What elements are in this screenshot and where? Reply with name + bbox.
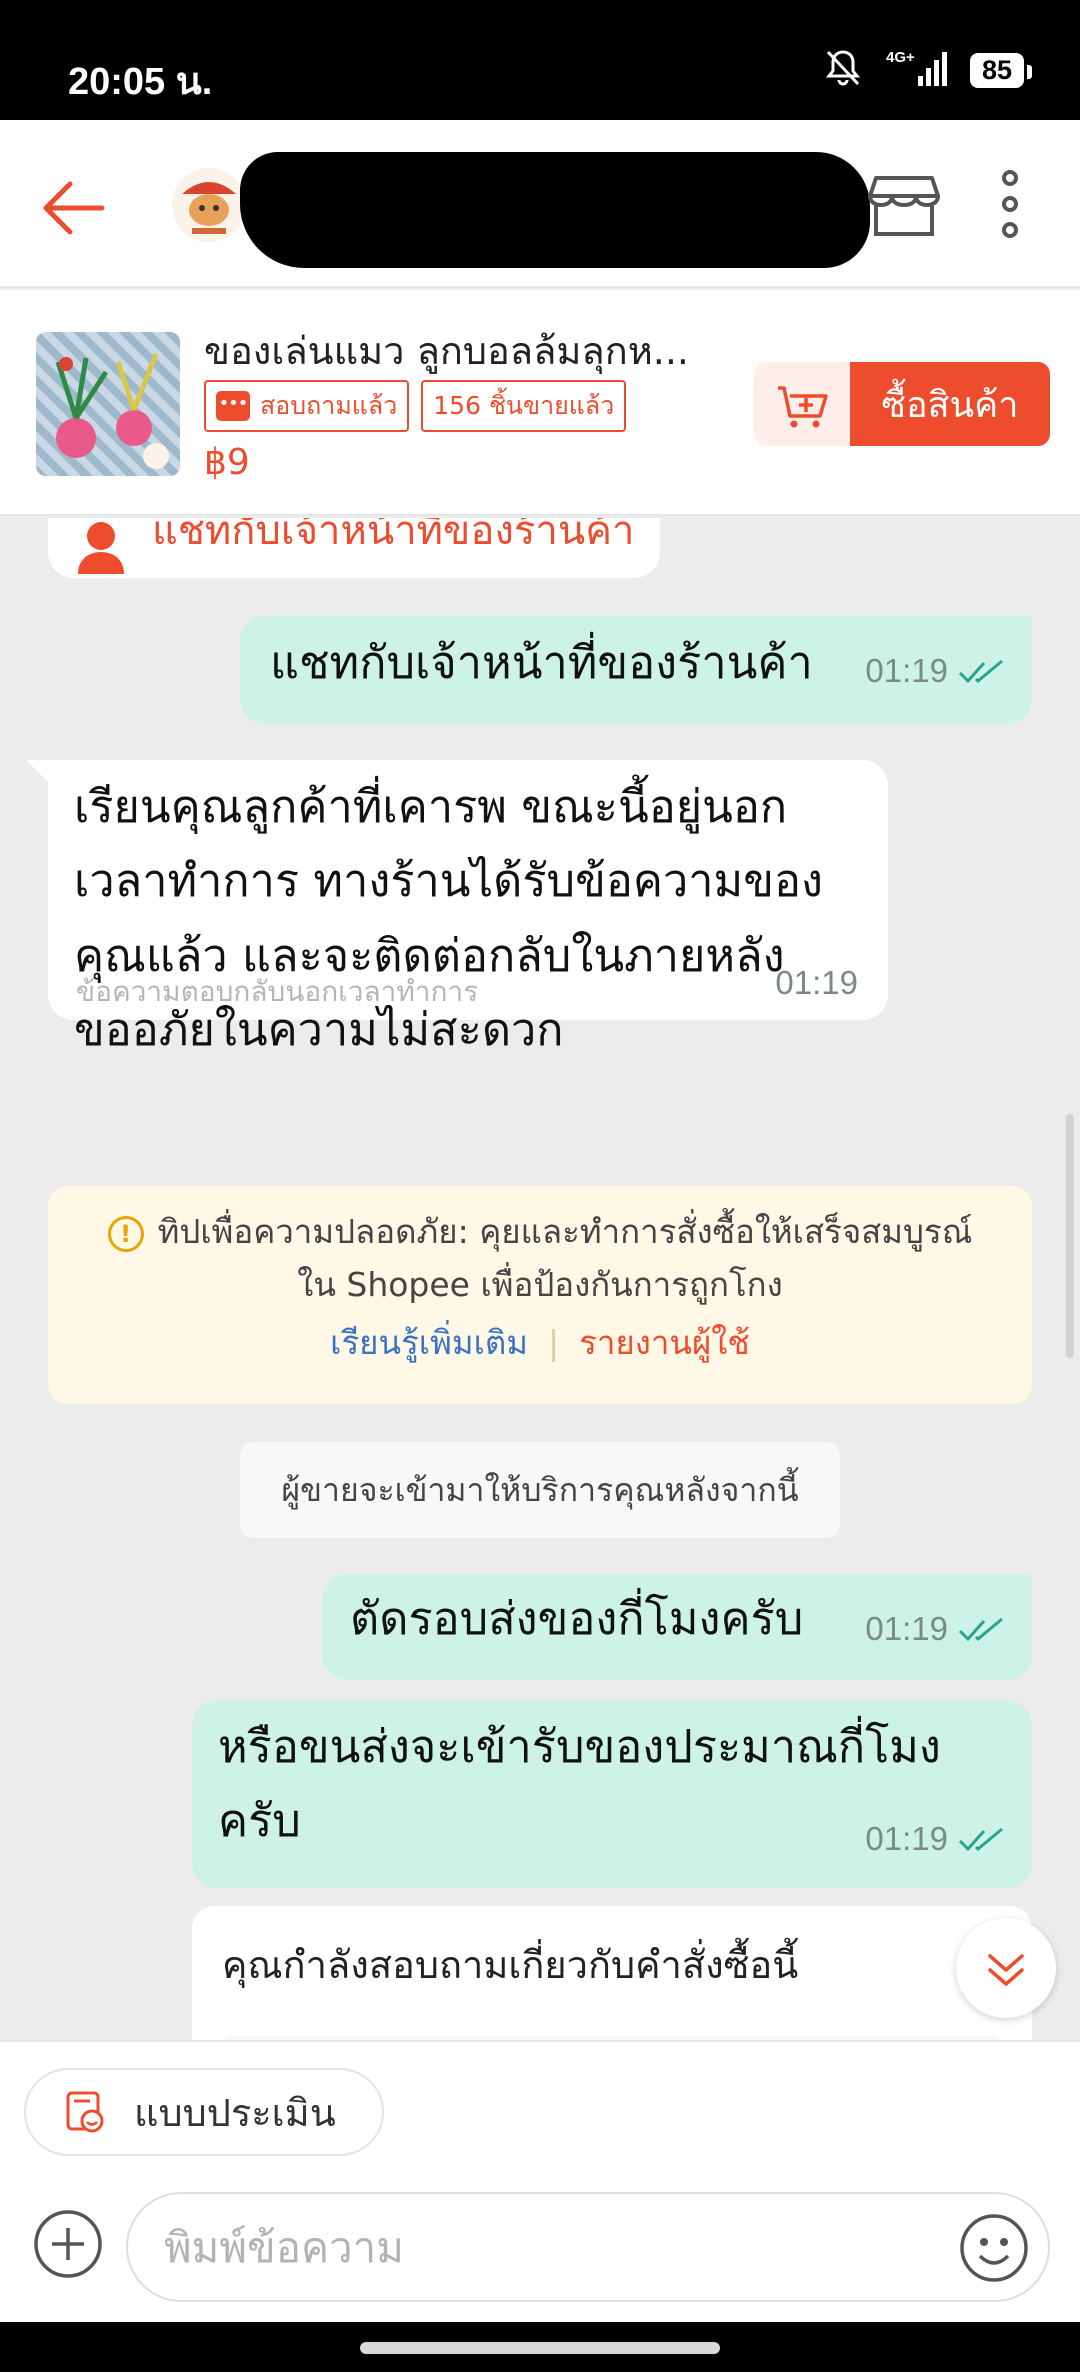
rating-label: แบบประเมิน (134, 2090, 336, 2135)
warning-icon: ! (107, 1215, 144, 1252)
store-button[interactable] (864, 164, 944, 244)
tag-sold-label: 156 ชิ้นขายแล้ว (433, 391, 615, 420)
back-arrow-icon (43, 181, 105, 235)
double-check-icon (958, 1615, 1008, 1643)
system-note: ผู้ขายจะเข้ามาให้บริการคุณหลังจากนี้ (240, 1442, 840, 1538)
tag-sold: 156 ชิ้นขายแล้ว (421, 380, 627, 432)
product-title: ของเล่นแมว ลูกบอลล้มลุกห... (204, 329, 690, 373)
previous-message-label: แชทกับเจ้าหน้าที่ของร้านค้า (152, 518, 635, 554)
chat-message-incoming[interactable]: เรียนคุณลูกค้าที่เคารพ ขณะนี้อยู่นอก เวล… (48, 760, 888, 1056)
composer-bar: แบบประเมิน (0, 2040, 1080, 2322)
rating-button[interactable]: แบบประเมิน (24, 2068, 384, 2156)
chat-scrollbar[interactable] (1066, 1114, 1074, 1358)
more-vertical-icon (1002, 170, 1018, 238)
double-check-icon (958, 1825, 1008, 1853)
status-time: 20:05 น. (68, 61, 213, 103)
chat-message-outgoing[interactable]: ตัดรอบส่งของกี่โมงครับ 01:19 (322, 1574, 1032, 1680)
product-bar[interactable]: ของเล่นแมว ลูกบอลล้มลุกห... สอบถามแล้ว 1… (0, 290, 1080, 516)
cart-add-icon (778, 386, 828, 428)
message-text: หรือขนส่งจะเข้ารับของประมาณกี่โมง ครับ (218, 1710, 941, 1859)
message-line: เวลาทำการ ทางร้านได้รับข้อความของ (74, 854, 823, 908)
agent-icon (78, 522, 124, 574)
message-line: หรือขนส่งจะเข้ารับของประมาณกี่โมง (218, 1720, 941, 1773)
message-text: เรียนคุณลูกค้าที่เคารพ ขณะนี้อยู่นอก เวล… (74, 770, 823, 1067)
product-price: ฿9 (204, 442, 250, 483)
safety-tip-text1: ทิปเพื่อความปลอดภัย: คุยและทำการสั่งซื้อ… (157, 1212, 973, 1251)
store-icon (868, 176, 940, 236)
svg-text:4G+: 4G+ (886, 49, 915, 66)
safety-tip-banner: ! ทิปเพื่อความปลอดภัย: คุยและทำการสั่งซื้… (48, 1186, 1032, 1404)
rating-icon (66, 2091, 104, 2133)
scroll-to-bottom-button[interactable] (956, 1918, 1056, 2018)
message-time: 01:19 (865, 1610, 948, 1647)
safety-tip-links: เรียนรู้เพิ่มเติม | รายงานผู้ใช้ (48, 1316, 1032, 1369)
plus-circle-icon (34, 2210, 102, 2278)
add-to-cart-button[interactable] (754, 362, 852, 446)
auto-reply-note: ข้อความตอบกลับนอกเวลาทำการ (76, 975, 479, 1008)
system-nav-bar (0, 2322, 1080, 2372)
order-inquiry-card[interactable]: คุณกำลังสอบถามเกี่ยวกับคำสั่งซื้อนี้ (192, 1906, 1032, 2040)
redacted-shop-name (240, 152, 870, 268)
safety-tip-line1: ! ทิปเพื่อความปลอดภัย: คุยและทำการสั่งซื้… (48, 1206, 1032, 1259)
incoming-bubble-tail (26, 760, 52, 786)
status-icons: 4G+ 85 (824, 48, 1033, 92)
product-tags: สอบถามแล้ว 156 ชิ้นขายแล้ว (204, 380, 627, 432)
previous-message-partial: แชทกับเจ้าหน้าที่ของร้านค้า (48, 518, 660, 578)
more-options-button[interactable] (980, 164, 1040, 244)
report-user-link[interactable]: รายงานผู้ใช้ (579, 1323, 750, 1362)
tag-inquired-label: สอบถามแล้ว (260, 391, 398, 420)
message-input-container (126, 2192, 1050, 2302)
home-indicator[interactable] (360, 2342, 720, 2354)
message-time: 01:19 (865, 652, 948, 689)
tag-inquired: สอบถามแล้ว (204, 380, 410, 432)
chat-header (0, 120, 1080, 288)
battery-indicator: 85 (969, 52, 1033, 88)
shop-avatar[interactable] (172, 168, 246, 242)
message-line: ครับ (218, 1794, 301, 1848)
message-time: 01:19 (865, 1820, 948, 1857)
message-time: 01:19 (775, 964, 858, 1001)
link-separator: | (548, 1322, 560, 1362)
chat-message-outgoing[interactable]: หรือขนส่งจะเข้ารับของประมาณกี่โมง ครับ 0… (192, 1700, 1032, 1888)
order-card-title: คุณกำลังสอบถามเกี่ยวกับคำสั่งซื้อนี้ (222, 1943, 799, 1987)
message-line: เรียนคุณลูกค้าที่เคารพ ขณะนี้อยู่นอก (74, 780, 788, 833)
signal-icon: 4G+ (884, 48, 948, 92)
safety-tip-text2: ใน Shopee เพื่อป้องกันการถูกโกง (297, 1264, 783, 1304)
product-thumbnail[interactable] (36, 332, 180, 476)
emoji-button[interactable] (958, 2212, 1030, 2284)
back-button[interactable] (36, 168, 116, 248)
message-text: แชทกับเจ้าหน้าที่ของร้านค้า (270, 636, 813, 689)
chevron-down-icon (988, 1954, 1024, 1986)
mute-icon (824, 48, 862, 92)
learn-more-link[interactable]: เรียนรู้เพิ่มเติม (330, 1323, 528, 1362)
emoji-icon (960, 2214, 1028, 2282)
chat-message-outgoing[interactable]: แชทกับเจ้าหน้าที่ของร้านค้า 01:19 (240, 616, 1032, 724)
message-text: ตัดรอบส่งของกี่โมงครับ (350, 1592, 804, 1645)
buy-now-button[interactable]: ซื้อสินค้า (850, 362, 1050, 446)
message-input[interactable] (164, 2194, 944, 2300)
status-bar: 20:05 น. 4G+ 85 (0, 0, 1080, 120)
attach-button[interactable] (32, 2208, 104, 2280)
double-check-icon (958, 657, 1008, 685)
chat-icon (216, 391, 250, 421)
chat-area[interactable]: แชทกับเจ้าหน้าที่ของร้านค้า แชทกับเจ้าหน… (0, 518, 1080, 2040)
